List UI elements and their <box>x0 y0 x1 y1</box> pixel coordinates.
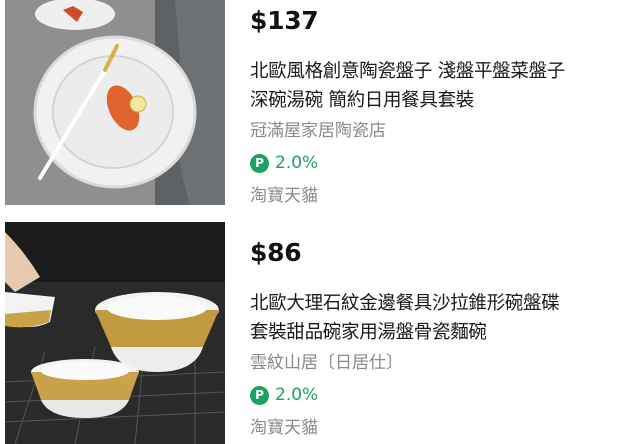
plates-photo <box>5 0 225 205</box>
shop-name[interactable]: 冠滿屋家居陶瓷店 <box>250 120 640 142</box>
cashback-row: P 2.0% <box>250 384 640 406</box>
product-card[interactable]: $137 北歐風格創意陶瓷盤子 淺盤平盤菜盤子 深碗湯碗 簡約日用餐具套裝 冠滿… <box>0 0 644 222</box>
product-price: $137 <box>250 6 319 35</box>
bowls-photo <box>5 222 225 444</box>
cashback-row: P 2.0% <box>250 152 640 174</box>
points-icon: P <box>250 153 269 173</box>
product-card[interactable]: $86 北歐大理石紋金邊餐具沙拉錐形碗盤碟 套裝甜品碗家用湯盤骨瓷麵碗 雲紋山居… <box>0 222 644 444</box>
product-title[interactable]: 北歐風格創意陶瓷盤子 淺盤平盤菜盤子 深碗湯碗 簡約日用餐具套裝 <box>250 57 640 115</box>
points-icon: P <box>250 385 269 405</box>
product-info: $86 北歐大理石紋金邊餐具沙拉錐形碗盤碟 套裝甜品碗家用湯盤骨瓷麵碗 雲紋山居… <box>250 236 640 439</box>
product-info: $137 北歐風格創意陶瓷盤子 淺盤平盤菜盤子 深碗湯碗 簡約日用餐具套裝 冠滿… <box>250 4 640 207</box>
platform-label: 淘寶天貓 <box>250 418 318 438</box>
product-image[interactable] <box>5 222 225 444</box>
product-image[interactable] <box>5 0 225 205</box>
cashback-rate: 2.0% <box>275 153 319 173</box>
product-price: $86 <box>250 238 302 267</box>
platform-label: 淘寶天貓 <box>250 186 318 206</box>
cashback-rate: 2.0% <box>275 385 319 405</box>
product-title[interactable]: 北歐大理石紋金邊餐具沙拉錐形碗盤碟 套裝甜品碗家用湯盤骨瓷麵碗 <box>250 289 640 347</box>
shop-name[interactable]: 雲紋山居〔日居仕〕 <box>250 352 640 374</box>
